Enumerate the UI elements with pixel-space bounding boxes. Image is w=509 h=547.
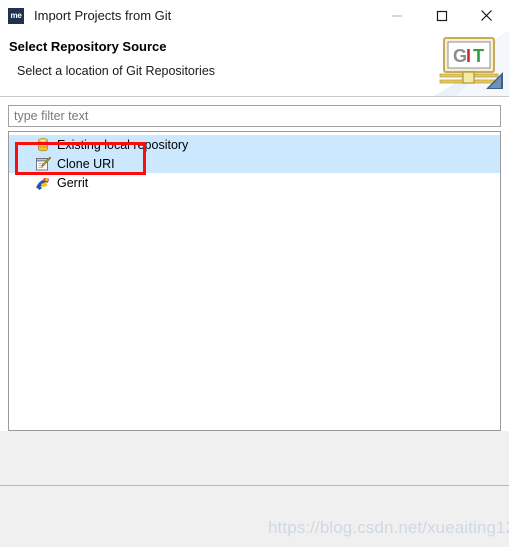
list-item-clone-uri[interactable]: Clone URI <box>9 154 500 173</box>
close-icon <box>481 10 492 21</box>
window-title: Import Projects from Git <box>34 8 172 23</box>
gerrit-icon <box>35 175 51 191</box>
filter-input[interactable] <box>8 105 501 127</box>
list-item-label: Gerrit <box>57 175 89 190</box>
maximize-icon <box>436 10 447 21</box>
title-bar: me Import Projects from Git <box>0 0 509 31</box>
repository-source-list[interactable]: Existing local repository Clone URI Gerr… <box>8 131 501 431</box>
list-item-existing-local-repository[interactable]: Existing local repository <box>9 135 500 154</box>
minimize-icon <box>391 14 402 17</box>
dialog-body-filler <box>0 431 509 485</box>
edit-page-icon <box>35 156 51 172</box>
list-item-gerrit[interactable]: Gerrit <box>9 173 500 192</box>
dialog-footer: ? < Back Next > Finish Cancel <box>0 486 509 547</box>
page-title: Select Repository Source <box>9 39 167 54</box>
minimize-button[interactable] <box>374 0 419 31</box>
maximize-button[interactable] <box>419 0 464 31</box>
git-logo: G I T <box>433 31 509 96</box>
dialog-header: Select Repository Source Select a locati… <box>0 31 509 97</box>
window-controls <box>374 0 509 31</box>
svg-text:I: I <box>466 46 471 66</box>
page-subtitle: Select a location of Git Repositories <box>17 64 216 78</box>
database-icon <box>35 137 51 153</box>
svg-text:G: G <box>453 46 467 66</box>
svg-text:T: T <box>473 46 484 66</box>
import-projects-from-git-dialog: me Import Projects from Git Select Repos… <box>0 0 509 547</box>
app-icon: me <box>8 7 24 24</box>
list-item-label: Existing local repository <box>57 137 193 152</box>
git-logo-icon: G I T <box>433 31 509 96</box>
list-item-label: Clone URI <box>57 156 119 171</box>
close-button[interactable] <box>464 0 509 31</box>
